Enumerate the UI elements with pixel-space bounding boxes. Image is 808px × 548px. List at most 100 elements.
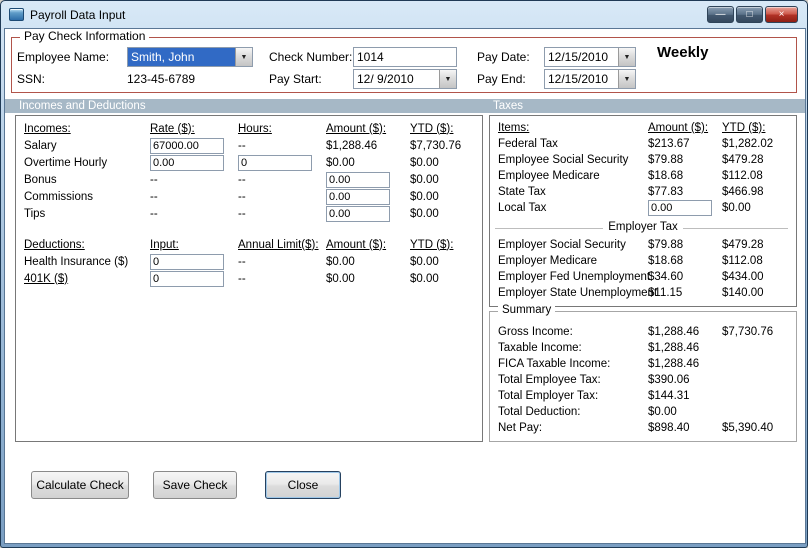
employer-tax-divider: Employer Tax [490,221,796,237]
col-header: Input: [150,238,179,251]
titlebar[interactable]: Payroll Data Input — □ × [1,1,807,28]
col-header: Amount ($): [326,238,387,251]
minimize-button[interactable]: — [707,6,734,23]
tax-label: Employer Social Security [498,239,626,251]
pay-end-label: Pay End: [477,72,526,86]
tax-row: Employer Fed Unemployment $34.60 $434.00 [490,269,796,285]
tips-amount-input[interactable] [326,205,390,222]
summary-label: Total Employee Tax: [498,374,601,386]
dropdown-arrow-icon[interactable]: ▼ [235,48,252,66]
dropdown-arrow-icon[interactable]: ▼ [439,70,456,88]
bonus-amount-input[interactable] [326,171,390,188]
app-icon [9,8,24,21]
deduction-row: Health Insurance ($) -- $0.00 $0.00 [16,253,482,270]
col-header: Hours: [238,122,272,135]
save-check-button[interactable]: Save Check [153,471,237,499]
maximize-button[interactable]: □ [736,6,763,23]
tax-ytd: $112.08 [722,170,763,182]
summary-label: Taxable Income: [498,342,582,354]
income-row: Salary -- $1,288.46 $7,730.76 [16,137,482,154]
calculate-check-button[interactable]: Calculate Check [31,471,129,499]
income-hours: -- [238,173,246,186]
local-tax-input[interactable] [648,200,712,216]
incomes-header-row: Incomes: Rate ($): Hours: Amount ($): YT… [16,120,482,137]
incomes-deductions-panel: Incomes: Rate ($): Hours: Amount ($): YT… [15,115,483,442]
overtime-hours-input[interactable] [238,154,312,171]
employee-name-combobox[interactable]: Smith, John ▼ [127,47,253,67]
tax-amount: $34.60 [648,271,684,283]
employee-name-value: Smith, John [128,48,235,66]
summary-amount: $1,288.46 [648,358,700,370]
section-band: Incomes and Deductions Taxes [5,99,805,113]
tax-label: Employer Medicare [498,255,598,267]
income-row: Tips -- -- $0.00 [16,205,482,222]
summary-label: FICA Taxable Income: [498,358,611,370]
deduction-401k-link[interactable]: 401K ($) [24,273,150,285]
income-row: Bonus -- -- $0.00 [16,171,482,188]
tax-row: Employer State Unemployment $11.15 $140.… [490,285,796,301]
taxes-panel: Items: Amount ($): YTD ($): Federal Tax … [489,115,797,307]
pay-frequency-label: Weekly [657,44,709,61]
income-label: Overtime Hourly [24,156,108,169]
income-rate: -- [150,173,158,186]
income-amount-cell [326,171,410,188]
incomes-section-title: Incomes and Deductions [19,100,146,112]
summary-group: Summary Gross Income: $1,288.46 $7,730.7… [489,304,797,442]
col-header: Annual Limit($): [238,238,319,251]
income-rate-cell [150,154,238,171]
maximize-icon: □ [746,9,753,20]
summary-amount: $0.00 [648,406,677,418]
paycheck-info-group-label: Pay Check Information [20,29,150,43]
summary-label: Net Pay: [498,422,543,434]
payroll-window: Payroll Data Input — □ × Pay Check Infor… [0,0,808,548]
income-ytd: $0.00 [410,190,439,203]
income-label: Bonus [24,173,57,186]
tax-label: Employee Social Security [498,154,629,166]
pay-end-datepicker[interactable]: 12/15/2010 ▼ [544,69,636,89]
income-label: Salary [24,139,57,152]
client-area: Pay Check Information Employee Name: Smi… [4,28,806,544]
tax-row: Federal Tax $213.67 $1,282.02 [490,136,796,152]
tax-row: Employee Medicare $18.68 $112.08 [490,168,796,184]
dropdown-arrow-icon[interactable]: ▼ [618,70,635,88]
col-header: Deductions: [24,238,85,251]
pay-start-datepicker[interactable]: 12/ 9/2010 ▼ [353,69,457,89]
deduction-ytd: $0.00 [410,255,439,268]
ssn-value: 123-45-6789 [127,72,196,86]
salary-rate-input[interactable] [150,137,224,154]
summary-amount: $390.06 [648,374,690,386]
income-amount: $0.00 [326,156,355,169]
tax-amount: $77.83 [648,186,684,198]
summary-row: Net Pay: $898.40 $5,390.40 [490,420,796,436]
tax-amount: $18.68 [648,170,684,182]
summary-amount: $1,288.46 [648,326,700,338]
summary-amount: $1,288.46 [648,342,700,354]
dropdown-arrow-icon[interactable]: ▼ [618,48,635,66]
tax-ytd: $140.00 [722,287,764,299]
summary-label: Total Deduction: [498,406,581,418]
retirement-401k-input[interactable] [150,270,224,287]
tax-amount: $79.88 [648,154,684,166]
health-insurance-input[interactable] [150,253,224,270]
deductions-header-row: Deductions: Input: Annual Limit($): Amou… [16,236,482,253]
tax-label: Federal Tax [498,138,558,150]
income-ytd: $7,730.76 [410,139,462,152]
commissions-amount-input[interactable] [326,188,390,205]
deduction-ytd: $0.00 [410,272,439,285]
deduction-amount: $0.00 [326,272,355,285]
check-number-input[interactable] [353,47,457,67]
col-header: Items: [498,122,530,134]
tax-amount-cell [648,200,722,216]
income-rate-cell [150,137,238,154]
overtime-rate-input[interactable] [150,154,224,171]
deduction-limit: -- [238,272,246,285]
summary-ytd: $7,730.76 [722,326,774,338]
close-button[interactable]: Close [265,471,341,499]
col-header: Incomes: [24,122,71,135]
close-window-button[interactable]: × [765,6,798,23]
income-amount: $1,288.46 [326,139,378,152]
income-hours-cell [238,154,326,171]
tax-ytd: $112.08 [722,255,763,267]
pay-date-datepicker[interactable]: 12/15/2010 ▼ [544,47,636,67]
